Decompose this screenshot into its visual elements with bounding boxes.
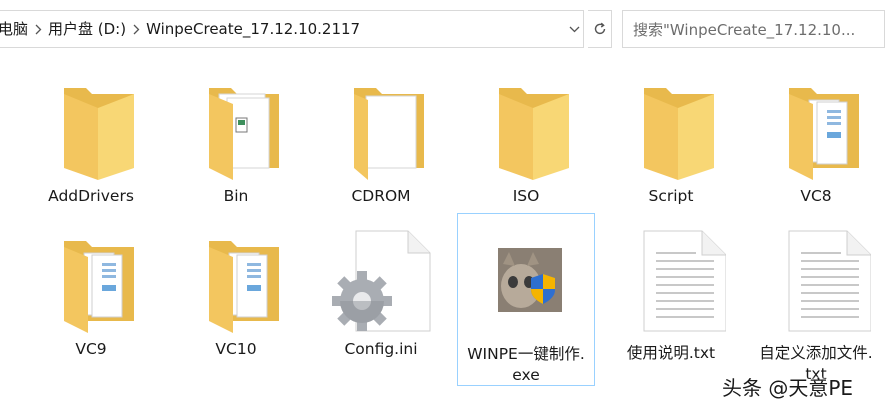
chevron-down-icon[interactable]	[566, 20, 582, 38]
file-item[interactable]: Bin	[167, 60, 305, 230]
file-name: Bin	[223, 187, 249, 205]
search-placeholder: 搜索"WinpeCreate_17.12.10...	[633, 20, 856, 39]
refresh-icon	[594, 22, 605, 35]
folder-icon	[64, 88, 134, 180]
folder-icon	[644, 88, 714, 180]
file-item[interactable]: 自定义添加文件. txt	[747, 213, 885, 383]
file-name: VC8	[800, 187, 832, 205]
file-item[interactable]: Script	[602, 60, 740, 230]
breadcrumb-item-drive[interactable]: 用户盘 (D:)	[44, 10, 130, 48]
application-icon	[498, 248, 562, 312]
folder-with-files-icon	[354, 88, 424, 180]
file-name: CDROM	[351, 187, 411, 205]
file-item-selected[interactable]: WINPE一键制作. exe	[457, 213, 595, 386]
watermark: 头条 @天意PE	[722, 376, 854, 400]
file-item[interactable]: VC10	[167, 213, 305, 383]
file-name: WINPE一键制作.	[467, 345, 585, 363]
file-name: Config.ini	[344, 340, 418, 358]
folder-with-files-icon	[209, 241, 279, 333]
file-item[interactable]: ISO	[457, 60, 595, 230]
file-name: VC9	[75, 340, 107, 358]
file-extension: exe	[512, 366, 540, 384]
breadcrumb-item-pc[interactable]: 电脑	[0, 10, 32, 48]
file-item[interactable]: 使用说明.txt	[602, 213, 740, 383]
file-item[interactable]: CDROM	[312, 60, 450, 230]
refresh-button[interactable]	[588, 10, 612, 48]
folder-with-files-icon	[209, 88, 279, 180]
search-input[interactable]: 搜索"WinpeCreate_17.12.10...	[622, 10, 885, 48]
config-file-icon	[332, 230, 431, 332]
chevron-right-icon[interactable]	[32, 10, 44, 48]
folder-icon	[499, 88, 569, 180]
text-file-icon	[643, 230, 726, 332]
chevron-right-icon[interactable]	[130, 10, 142, 48]
file-name: VC10	[215, 340, 257, 358]
file-name: Script	[648, 187, 694, 205]
breadcrumb-item-folder[interactable]: WinpeCreate_17.12.10.2117	[142, 10, 364, 48]
file-item[interactable]: Config.ini	[312, 213, 450, 383]
file-name: 使用说明.txt	[626, 344, 716, 362]
folder-with-files-icon	[64, 241, 134, 333]
file-grid: AddDrivers Bin CDROM ISO Script VC8 VC9 …	[0, 60, 885, 408]
file-item[interactable]: VC8	[747, 60, 885, 230]
file-item[interactable]: AddDrivers	[22, 60, 160, 230]
file-name: 自定义添加文件.	[759, 344, 873, 362]
text-file-icon	[788, 230, 871, 332]
address-bar[interactable]: 电脑 用户盘 (D:) WinpeCreate_17.12.10.2117	[0, 10, 612, 48]
breadcrumb: 电脑 用户盘 (D:) WinpeCreate_17.12.10.2117	[0, 10, 364, 48]
folder-with-files-icon	[789, 88, 859, 180]
file-item[interactable]: VC9	[22, 213, 160, 383]
file-name: AddDrivers	[48, 187, 134, 205]
file-name: ISO	[512, 187, 540, 205]
